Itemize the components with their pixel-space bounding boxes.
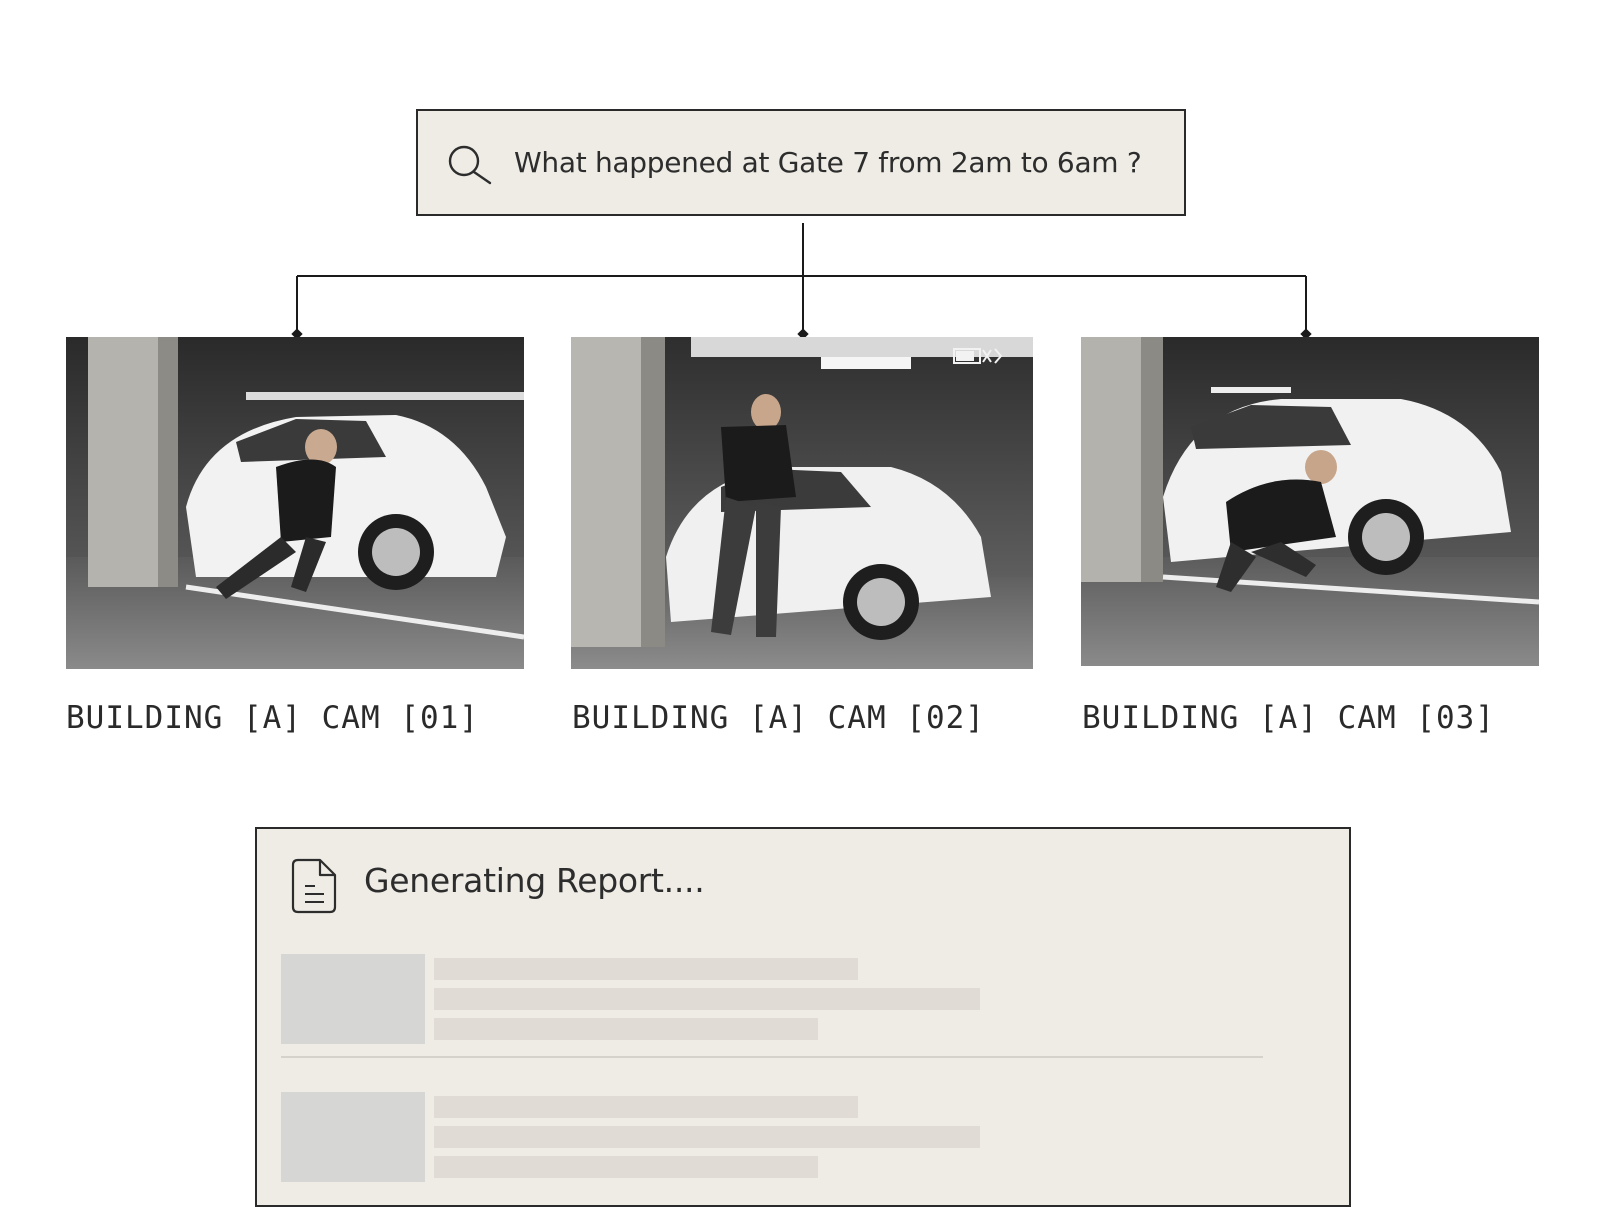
skeleton-line — [434, 988, 980, 1010]
search-query-text[interactable]: What happened at Gate 7 from 2am to 6am … — [514, 111, 1142, 214]
camera-label-03: BUILDING [A] CAM [03] — [1082, 700, 1495, 736]
report-panel: Generating Report.... — [255, 827, 1351, 1207]
skeleton-thumbnail — [281, 1092, 425, 1182]
camera-feed-01[interactable] — [66, 337, 524, 669]
camera-frame-image — [1081, 337, 1539, 666]
camera-label-02: BUILDING [A] CAM [02] — [572, 700, 985, 736]
skeleton-line — [434, 1156, 818, 1178]
search-box[interactable]: What happened at Gate 7 from 2am to 6am … — [416, 109, 1186, 216]
camera-frame-image — [66, 337, 524, 669]
skeleton-line — [434, 1126, 980, 1148]
skeleton-line — [434, 958, 858, 980]
camera-label-01: BUILDING [A] CAM [01] — [66, 700, 479, 736]
skeleton-thumbnail — [281, 954, 425, 1044]
document-icon — [291, 858, 337, 914]
camera-feed-02[interactable] — [571, 337, 1033, 669]
skeleton-line — [434, 1018, 818, 1040]
skeleton-line — [434, 1096, 858, 1118]
search-icon — [448, 145, 492, 185]
report-title: Generating Report.... — [364, 861, 705, 900]
camera-feed-03[interactable] — [1081, 337, 1539, 666]
skeleton-divider — [281, 1056, 1263, 1058]
camera-frame-image — [571, 337, 1033, 669]
